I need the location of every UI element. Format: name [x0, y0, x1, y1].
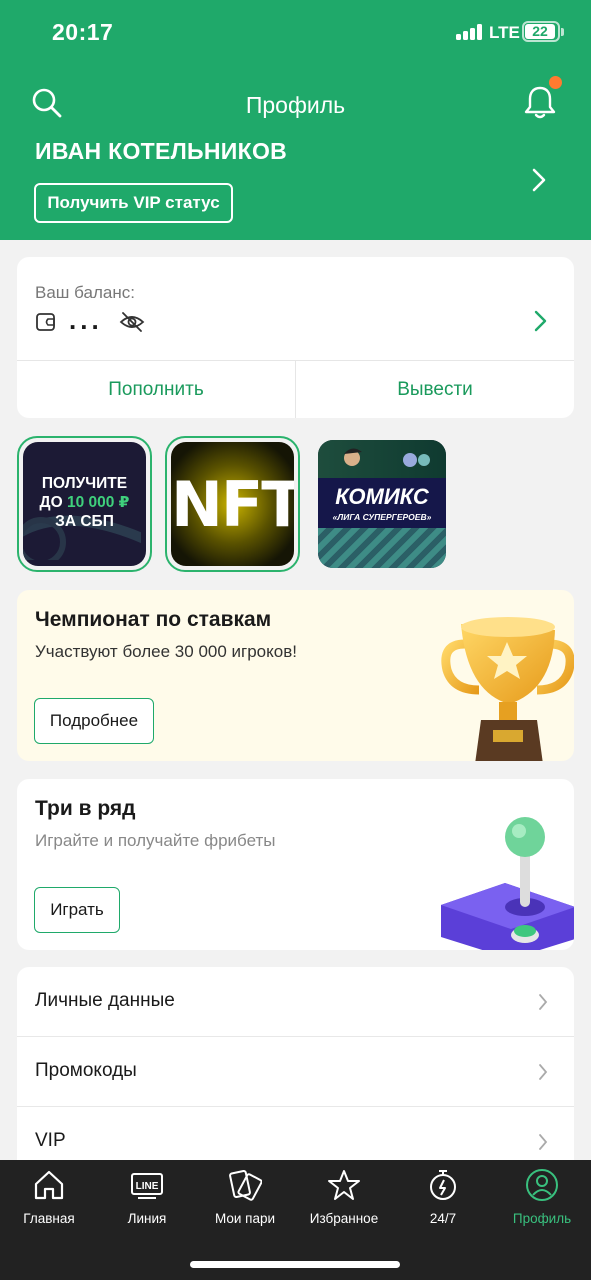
menu-item-label: Промокоды	[35, 1060, 137, 1081]
story-comics-decor	[344, 448, 430, 467]
notification-dot	[547, 74, 564, 91]
tab-label: Мои пари	[214, 1211, 276, 1226]
balance-hidden-value: ...	[69, 305, 103, 335]
battery-icon: 22	[522, 21, 560, 42]
story-nft[interactable]: NFT	[165, 436, 300, 572]
story-sbp-bonus[interactable]: ПОЛУЧИТЕ ДО 10 000 ₽ ЗА СБП	[17, 436, 152, 572]
withdraw-button[interactable]: Вывести	[296, 361, 574, 418]
wallet-icon	[36, 313, 55, 331]
page-title: Профиль	[245, 92, 346, 118]
topup-button[interactable]: Пополнить	[17, 361, 295, 418]
menu-item-personal-data[interactable]: Личные данные	[17, 967, 574, 1037]
line-icon: LINE	[131, 1173, 163, 1199]
signal-icon	[456, 24, 484, 40]
line-icon-text: LINE	[136, 1181, 159, 1192]
play-button[interactable]: Играть	[34, 887, 120, 933]
tab-line[interactable]: LINE Линия	[98, 1160, 196, 1240]
balance-card[interactable]: Ваш баланс: ... Пополнить Вывести	[17, 257, 574, 418]
chevron-right-icon	[539, 994, 548, 1010]
network-type: LTE	[489, 23, 520, 42]
story-comics[interactable]: КОМИКС «ЛИГА СУПЕРГЕРОЕВ»	[318, 440, 446, 568]
eye-off-icon[interactable]	[119, 310, 145, 334]
menu-item-label: VIP	[35, 1130, 66, 1151]
chevron-right-icon[interactable]	[528, 166, 550, 194]
story-sbp-line2: ДО 10 000 ₽	[23, 493, 146, 512]
story-sbp-text: ПОЛУЧИТЕ ДО 10 000 ₽ ЗА СБП	[23, 474, 146, 531]
chevron-right-icon	[539, 1064, 548, 1080]
profile-header: 20:17 LTE 22 Профиль ИВАН КОТЕЛЬНИКОВ По…	[0, 0, 591, 240]
three-in-row-title: Три в ряд	[35, 797, 136, 820]
championship-title: Чемпионат по ставкам	[35, 608, 272, 631]
story-sbp-line2-prefix: ДО	[39, 494, 67, 511]
stopwatch-icon	[430, 1170, 456, 1200]
home-indicator[interactable]	[190, 1261, 400, 1268]
tab-label: Линия	[127, 1211, 167, 1226]
tab-home[interactable]: Главная	[0, 1160, 98, 1240]
tab-label: Профиль	[512, 1211, 572, 1226]
three-in-row-card[interactable]: Три в ряд Играйте и получайте фрибеты Иг…	[17, 779, 574, 950]
story-sbp-amount: 10 000 ₽	[66, 494, 130, 511]
tickets-icon	[229, 1169, 262, 1201]
story-sbp-line1: ПОЛУЧИТЕ	[41, 475, 128, 492]
story-comics-art	[318, 440, 446, 478]
tab-label: 24/7	[429, 1211, 457, 1226]
user-name: ИВАН КОТЕЛЬНИКОВ	[35, 138, 288, 164]
chevron-right-icon	[539, 1134, 548, 1150]
tab-profile[interactable]: Профиль	[493, 1160, 591, 1240]
more-details-button[interactable]: Подробнее	[34, 698, 154, 744]
balance-label: Ваш баланс:	[35, 283, 135, 302]
story-sbp-line3: ЗА СБП	[55, 513, 114, 530]
menu-item-label: Личные данные	[35, 990, 175, 1011]
joystick-icon	[441, 817, 574, 950]
story-nft-text: NFT	[171, 468, 294, 541]
status-time: 20:17	[52, 19, 114, 45]
chevron-right-icon[interactable]	[532, 309, 548, 333]
trophy-icon	[441, 617, 574, 761]
tab-label: Главная	[23, 1211, 75, 1226]
profile-icon	[526, 1169, 558, 1201]
three-in-row-subtitle: Играйте и получайте фрибеты	[35, 831, 276, 850]
story-comics-title: КОМИКС	[335, 484, 429, 509]
tab-24-7[interactable]: 24/7	[394, 1160, 492, 1240]
battery-cap	[561, 28, 564, 36]
get-vip-button[interactable]: Получить VIP статус	[34, 183, 233, 223]
status-bar: 20:17 LTE 22	[0, 0, 591, 64]
story-comics-subtitle: «ЛИГА СУПЕРГЕРОЕВ»	[332, 512, 432, 522]
tab-favorites[interactable]: Избранное	[295, 1160, 393, 1240]
tab-my-bets[interactable]: Мои пари	[196, 1160, 294, 1240]
menu-item-promocodes[interactable]: Промокоды	[17, 1037, 574, 1107]
battery-level: 22	[525, 24, 555, 39]
story-sbp-image: ПОЛУЧИТЕ ДО 10 000 ₽ ЗА СБП	[23, 442, 146, 566]
story-comics-pattern	[318, 528, 446, 568]
story-comics-image: КОМИКС «ЛИГА СУПЕРГЕРОЕВ»	[318, 440, 446, 568]
championship-card[interactable]: Чемпионат по ставкам Участвуют более 30 …	[17, 590, 574, 761]
story-nft-image: NFT	[171, 442, 294, 566]
star-icon	[328, 1170, 360, 1200]
championship-subtitle: Участвуют более 30 000 игроков!	[35, 642, 297, 661]
tab-label: Избранное	[309, 1211, 379, 1226]
home-icon	[34, 1170, 64, 1200]
